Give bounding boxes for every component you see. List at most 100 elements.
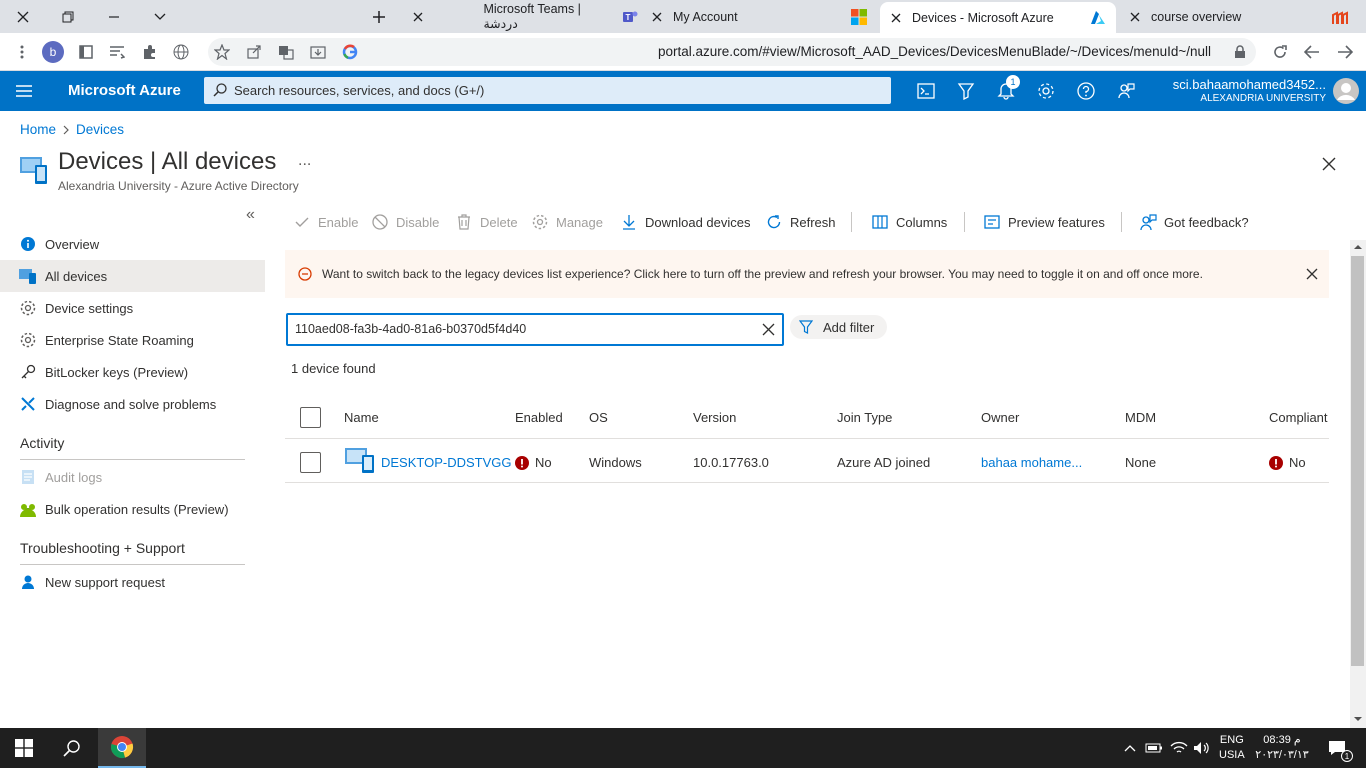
lock-icon[interactable]	[1228, 40, 1252, 64]
directory-filter-icon[interactable]	[954, 79, 978, 103]
sidebar-item-enterprise-state-roaming[interactable]: Enterprise State Roaming	[0, 324, 265, 356]
clear-search-icon[interactable]	[762, 323, 775, 336]
sidebar-item-device-settings[interactable]: Device settings	[0, 292, 265, 324]
clock[interactable]: 08:39 م ٢٠٢٣/٠٣/١٣	[1252, 733, 1312, 763]
side-panel-icon[interactable]	[74, 40, 98, 64]
global-search-input[interactable]: Search resources, services, and docs (G+…	[204, 77, 891, 104]
delete-button[interactable]: Delete	[455, 211, 518, 233]
devices-icon	[19, 155, 49, 185]
avatar[interactable]	[1332, 77, 1360, 105]
owner-link[interactable]: bahaa mohame...	[981, 455, 1082, 470]
add-filter-button[interactable]: Add filter	[790, 315, 887, 339]
kebab-menu-icon[interactable]	[10, 40, 34, 64]
enable-button[interactable]: Enable	[293, 211, 358, 233]
install-app-icon[interactable]	[306, 40, 330, 64]
search-filter-field[interactable]	[286, 313, 784, 346]
more-actions-button[interactable]: ...	[298, 152, 311, 170]
sidebar-item-audit-logs[interactable]: Audit logs	[0, 461, 265, 493]
tab-close-icon[interactable]	[649, 9, 665, 25]
reload-icon[interactable]	[1268, 40, 1292, 64]
chrome-taskbar-icon[interactable]	[98, 728, 146, 768]
scrollbar-thumb[interactable]	[1351, 256, 1364, 666]
preview-banner[interactable]: Want to switch back to the legacy device…	[285, 250, 1329, 298]
share-icon[interactable]	[242, 40, 266, 64]
tab-search-chevron-icon[interactable]	[137, 0, 182, 33]
google-icon[interactable]	[338, 40, 362, 64]
search-input[interactable]	[295, 322, 745, 336]
join-type-cell: Azure AD joined	[837, 455, 931, 470]
tab-close-icon[interactable]	[888, 10, 904, 26]
volume-icon[interactable]	[1191, 728, 1213, 768]
download-devices-button[interactable]: Download devices	[620, 211, 751, 233]
battery-icon[interactable]	[1143, 728, 1165, 768]
tab-close-icon[interactable]	[1127, 9, 1143, 25]
tray-chevron-up-icon[interactable]	[1120, 728, 1140, 768]
preview-features-button[interactable]: Preview features	[983, 211, 1105, 233]
tab-teams[interactable]: Microsoft Teams | دردشة T	[402, 0, 638, 33]
row-checkbox[interactable]	[300, 452, 321, 473]
column-header-enabled[interactable]: Enabled	[515, 410, 563, 425]
input-language[interactable]: ENG USIA	[1219, 733, 1245, 763]
column-header-version[interactable]: Version	[693, 410, 736, 425]
bookmark-star-icon[interactable]	[210, 40, 234, 64]
scroll-up-arrow-icon[interactable]	[1353, 243, 1363, 251]
translate-icon[interactable]	[274, 40, 298, 64]
feedback-icon[interactable]	[1114, 79, 1138, 103]
info-icon	[19, 235, 37, 253]
profile-avatar[interactable]: b	[41, 40, 65, 64]
sidebar-item-label: Diagnose and solve problems	[45, 396, 217, 412]
action-center-icon[interactable]: 1	[1320, 728, 1354, 768]
window-close-icon[interactable]	[0, 0, 45, 33]
account-menu[interactable]: sci.bahaamohamed3452... ALEXANDRIA UNIVE…	[1173, 77, 1326, 104]
notifications-bell-icon[interactable]: 1	[994, 75, 1020, 103]
extensions-icon[interactable]	[138, 40, 162, 64]
divider	[20, 459, 245, 460]
cloud-shell-icon[interactable]	[914, 79, 938, 103]
refresh-button[interactable]: Refresh	[765, 211, 836, 233]
sidebar-item-bitlocker-keys[interactable]: BitLocker keys (Preview)	[0, 356, 265, 388]
select-all-checkbox[interactable]	[300, 407, 321, 428]
banner-text[interactable]: Want to switch back to the legacy device…	[322, 267, 1203, 281]
window-restore-icon[interactable]	[45, 0, 90, 33]
back-arrow-icon[interactable]	[1300, 40, 1324, 64]
azure-brand[interactable]: Microsoft Azure	[68, 82, 181, 99]
wifi-icon[interactable]	[1168, 728, 1190, 768]
column-header-join-type[interactable]: Join Type	[837, 410, 892, 425]
sidebar-item-diagnose[interactable]: Diagnose and solve problems	[0, 388, 265, 420]
feedback-button[interactable]: Got feedback?	[1139, 211, 1249, 233]
tab-my-account[interactable]: My Account	[641, 0, 877, 33]
settings-gear-icon[interactable]	[1034, 79, 1058, 103]
help-icon[interactable]	[1074, 79, 1098, 103]
sidebar-item-overview[interactable]: Overview	[0, 228, 265, 260]
sidebar-item-all-devices[interactable]: All devices	[0, 260, 265, 292]
omnibox[interactable]: portal.azure.com/#view/Microsoft_AAD_Dev…	[208, 38, 1256, 66]
close-blade-icon[interactable]	[1321, 156, 1337, 172]
tab-course-overview[interactable]: course overview	[1119, 0, 1355, 33]
reading-list-icon[interactable]	[105, 40, 129, 64]
column-header-compliant[interactable]: Compliant	[1269, 410, 1328, 425]
manage-button[interactable]: Manage	[531, 211, 603, 233]
column-header-mdm[interactable]: MDM	[1125, 410, 1156, 425]
scroll-down-arrow-icon[interactable]	[1353, 715, 1363, 723]
breadcrumb-home[interactable]: Home	[20, 122, 56, 137]
sidebar-item-new-support-request[interactable]: New support request	[0, 566, 265, 598]
disable-button[interactable]: Disable	[371, 211, 439, 233]
columns-button[interactable]: Columns	[871, 211, 947, 233]
forward-arrow-icon[interactable]	[1333, 40, 1357, 64]
windows-start-icon[interactable]	[0, 728, 48, 768]
column-header-owner[interactable]: Owner	[981, 410, 1019, 425]
column-header-os[interactable]: OS	[589, 410, 608, 425]
new-tab-icon[interactable]	[356, 0, 401, 33]
device-name-link[interactable]: DESKTOP-DDSTVGG	[381, 455, 512, 470]
tab-azure-devices[interactable]: Devices - Microsoft Azure	[880, 2, 1116, 33]
globe-icon[interactable]	[169, 40, 193, 64]
column-header-name[interactable]: Name	[344, 410, 379, 425]
portal-menu-icon[interactable]	[12, 79, 36, 103]
window-minimize-icon[interactable]	[91, 0, 136, 33]
taskbar-search-icon[interactable]	[48, 728, 96, 768]
tab-close-icon[interactable]	[410, 9, 425, 25]
collapse-sidebar-button[interactable]: «	[246, 206, 255, 224]
sidebar-item-bulk-operations[interactable]: Bulk operation results (Preview)	[0, 493, 265, 525]
breadcrumb-devices[interactable]: Devices	[76, 122, 124, 137]
dismiss-banner-icon[interactable]	[1306, 268, 1318, 280]
